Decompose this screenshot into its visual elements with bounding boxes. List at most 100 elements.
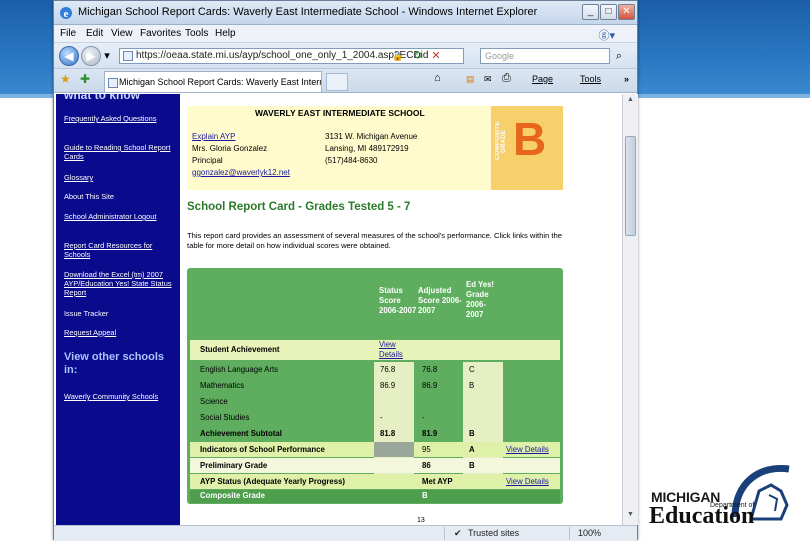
scroll-up-icon[interactable]: ▲: [625, 96, 636, 108]
page-icon: [123, 51, 133, 61]
menu-tools[interactable]: Tools: [185, 28, 208, 39]
table-row: English Language Arts 76.8 76.8 C: [190, 362, 560, 377]
table-row: AYP Status (Adequate Yearly Progress) Me…: [190, 474, 560, 489]
scroll-thumb[interactable]: [625, 136, 636, 236]
minimize-button[interactable]: _: [582, 4, 599, 20]
menu-help[interactable]: Help: [215, 28, 236, 39]
table-row: Science: [190, 394, 560, 409]
menu-favorites[interactable]: Favorites: [140, 28, 181, 39]
tab-bar: ★ ✚ Michigan School Report Cards: Waverl…: [54, 69, 637, 93]
section-label: Student Achievement: [200, 345, 280, 354]
edyes-grade: B: [469, 461, 475, 470]
row-label: Mathematics: [200, 381, 245, 390]
print-icon[interactable]: ⎙: [502, 72, 511, 85]
report-card-title: School Report Card - Grades Tested 5 - 7: [187, 201, 411, 213]
address-bar: ◀ ▶ ▾ https://oeaa.state.mi.us/ayp/schoo…: [54, 43, 637, 69]
add-favorites-icon[interactable]: ✚: [80, 72, 90, 86]
sidebar-link-glossary[interactable]: Glossary: [64, 173, 174, 182]
row-label: English Language Arts: [200, 365, 279, 374]
title-bar: e Michigan School Report Cards: Waverly …: [54, 1, 637, 25]
menu-edit[interactable]: Edit: [86, 28, 103, 39]
page-content: what to know Frequently Asked Questions …: [54, 94, 622, 525]
row-label: Composite Grade: [200, 491, 265, 500]
sidebar-link-request-appeal[interactable]: Request Appeal: [64, 328, 174, 337]
refresh-icon[interactable]: ↻: [410, 48, 426, 64]
mail-icon[interactable]: ✉: [484, 74, 492, 85]
sidebar-link-community[interactable]: Waverly Community Schools: [64, 392, 174, 401]
principal-email-link[interactable]: ggonzalez@waverlyk12.net: [192, 168, 290, 178]
lock-icon[interactable]: 🔒: [390, 48, 406, 64]
menu-view[interactable]: View: [111, 28, 133, 39]
row-label: Science: [200, 397, 228, 406]
logo-education-text: Education: [649, 503, 755, 529]
blank-status-cell: [374, 442, 414, 457]
sidebar-heading: what to know: [64, 94, 140, 102]
favorites-star-icon[interactable]: ★: [60, 72, 71, 86]
composite-grade-badge: COMPOSITE GRADE B: [491, 106, 563, 190]
maximize-button[interactable]: □: [600, 4, 617, 20]
status-score: 81.8: [380, 429, 396, 438]
sidebar-link-guide[interactable]: Guide to Reading School Report Cards: [64, 143, 174, 161]
windows-live-icon[interactable]: ⓖ▾: [598, 27, 615, 43]
table-row: Indicators of School Performance 95 A Vi…: [190, 442, 560, 457]
adjusted-score: 76.8: [422, 365, 438, 374]
back-button[interactable]: ◀: [59, 46, 79, 66]
adjusted-score: 86: [422, 461, 431, 470]
new-tab-button[interactable]: [326, 73, 348, 91]
explain-ayp-link[interactable]: Explain AYP: [192, 132, 235, 142]
principal-name: Mrs. Gloria Gonzalez: [192, 144, 268, 153]
principal-title: Principal: [192, 156, 223, 165]
view-details-link[interactable]: View Details: [379, 340, 413, 360]
search-input[interactable]: Google: [480, 48, 610, 64]
sidebar-link-about[interactable]: About This Site: [64, 192, 174, 201]
phone-number: (517)484-8630: [325, 156, 378, 165]
indicators-view-details-link[interactable]: View Details: [506, 445, 549, 454]
table-row: Achievement Subtotal 81.8 81.9 B: [190, 426, 560, 441]
row-label: Indicators of School Performance: [200, 445, 325, 454]
view-other-heading: View other schools in:: [64, 351, 165, 376]
composite-grade-value: B: [422, 491, 428, 500]
row-label: Preliminary Grade: [200, 461, 268, 470]
window-title: Michigan School Report Cards: Waverly Ea…: [78, 6, 538, 18]
tab-active[interactable]: Michigan School Report Cards: Waverly Ea…: [104, 71, 322, 92]
edyes-grade: B: [469, 381, 475, 390]
sidebar-link-issue-tracker[interactable]: Issue Tracker: [64, 309, 174, 318]
home-icon[interactable]: ⌂: [434, 72, 441, 84]
forward-button[interactable]: ▶: [81, 46, 101, 66]
sidebar-link-faq[interactable]: Frequently Asked Questions: [64, 114, 174, 123]
tools-menu[interactable]: Tools: [580, 74, 601, 84]
adjusted-score: 81.9: [422, 429, 438, 438]
mde-logo: MICHIGAN Department of Education: [645, 459, 805, 534]
edyes-grade: C: [469, 365, 475, 374]
header-adjusted-score: Adjusted Score 2006-2007: [418, 286, 462, 315]
table-row: Preliminary Grade 86 B: [190, 458, 560, 473]
feeds-icon[interactable]: ▤: [466, 74, 475, 85]
stop-icon[interactable]: ✕: [428, 48, 444, 64]
scroll-down-icon[interactable]: ▼: [625, 511, 636, 523]
browser-window: e Michigan School Report Cards: Waverly …: [53, 0, 638, 541]
svg-text:e: e: [64, 8, 69, 20]
search-icon[interactable]: ⌕: [612, 48, 626, 64]
url-text: https://oeaa.state.mi.us/ayp/school_one_…: [136, 50, 429, 61]
composite-grade-caption: COMPOSITE GRADE: [495, 121, 507, 161]
status-separator: [569, 527, 570, 540]
more-commands-icon[interactable]: »: [624, 74, 629, 84]
sidebar-link-logout[interactable]: School Administrator Logout: [64, 212, 174, 221]
close-button[interactable]: ✕: [618, 4, 635, 20]
sidebar-link-resources[interactable]: Report Card Resources for Schools: [64, 241, 174, 259]
page-menu[interactable]: Page: [532, 74, 553, 84]
zoom-level[interactable]: 100%: [578, 528, 601, 538]
sidebar-link-download-excel[interactable]: Download the Excel (tm) 2007 AYP/Educati…: [64, 270, 174, 297]
history-dropdown-icon[interactable]: ▾: [102, 48, 112, 64]
page-number: 13: [417, 517, 425, 524]
trusted-zone-icon: ✔: [454, 528, 462, 538]
ayp-view-details-link[interactable]: View Details: [506, 477, 549, 486]
row-label: AYP Status (Adequate Yearly Progress): [200, 477, 346, 486]
main-panel: WAVERLY EAST INTERMEDIATE SCHOOL Explain…: [187, 94, 617, 525]
table-row: Social Studies - -: [190, 410, 560, 425]
menu-file[interactable]: File: [60, 28, 76, 39]
header-edyes-grade: Ed Yes! Grade 2006-2007: [466, 280, 495, 319]
vertical-scrollbar[interactable]: ▲ ▼: [622, 94, 638, 525]
edyes-grade: A: [469, 445, 475, 454]
row-label: Social Studies: [200, 413, 250, 422]
